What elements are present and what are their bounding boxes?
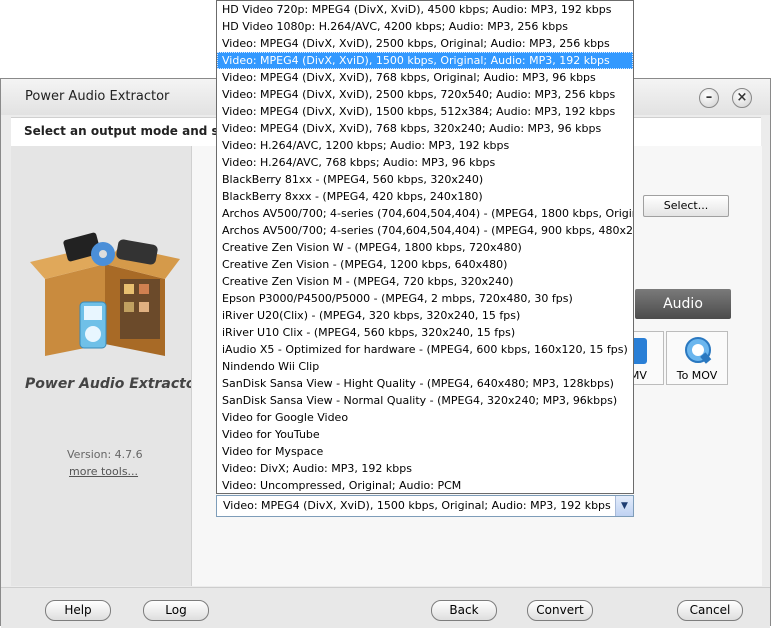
more-tools-link[interactable]: more tools... — [69, 465, 138, 478]
list-item[interactable]: Video: MPEG4 (DivX, XviD), 768 kbps, 320… — [217, 120, 633, 137]
output-format-value: Video: MPEG4 (DivX, XviD), 1500 kbps, Or… — [223, 499, 611, 512]
list-item[interactable]: Video for Myspace — [217, 443, 633, 460]
sidebar: Power Audio Extractor Version: 4.7.6 mor… — [11, 146, 202, 586]
window-title: Power Audio Extractor — [25, 89, 170, 104]
list-item[interactable]: iAudio X5 - Optimized for hardware - (MP… — [217, 341, 633, 358]
list-item[interactable]: Archos AV500/700; 4-series (704,604,504,… — [217, 205, 633, 222]
list-item[interactable]: BlackBerry 81xx - (MPEG4, 560 kbps, 320x… — [217, 171, 633, 188]
close-button[interactable]: × — [732, 88, 752, 108]
output-format-select[interactable]: Video: MPEG4 (DivX, XviD), 1500 kbps, Or… — [216, 495, 634, 517]
convert-button[interactable]: Convert — [527, 600, 593, 621]
list-item[interactable]: SanDisk Sansa View - Hight Quality - (MP… — [217, 375, 633, 392]
select-button[interactable]: Select... — [643, 195, 729, 217]
output-format-list[interactable]: HD Video 720p: MPEG4 (DivX, XviD), 4500 … — [216, 0, 634, 494]
list-item[interactable]: Video: H.264/AVC, 1200 kbps; Audio: MP3,… — [217, 137, 633, 154]
version-label: Version: 4.7.6 — [67, 448, 143, 461]
list-item[interactable]: Archos AV500/700; 4-series (704,604,504,… — [217, 222, 633, 239]
brand-name: Power Audio Extractor — [25, 376, 203, 392]
list-item[interactable]: SanDisk Sansa View - Normal Quality - (M… — [217, 392, 633, 409]
list-item[interactable]: Video: MPEG4 (DivX, XviD), 1500 kbps, 51… — [217, 103, 633, 120]
list-item[interactable]: HD Video 1080p: H.264/AVC, 4200 kbps; Au… — [217, 18, 633, 35]
minimize-button[interactable]: – — [699, 88, 719, 108]
tab-audio[interactable]: Audio — [635, 289, 731, 319]
mov-tile[interactable]: To MOV — [666, 331, 728, 385]
list-item[interactable]: HD Video 720p: MPEG4 (DivX, XviD), 4500 … — [217, 1, 633, 18]
list-item[interactable]: Video: H.264/AVC, 768 kbps; Audio: MP3, … — [217, 154, 633, 171]
list-item[interactable]: Video: MPEG4 (DivX, XviD), 2500 kbps, 72… — [217, 86, 633, 103]
cancel-button[interactable]: Cancel — [677, 600, 743, 621]
list-item[interactable]: Video for Google Video — [217, 409, 633, 426]
help-button[interactable]: Help — [45, 600, 111, 621]
list-item[interactable]: Epson P3000/P4500/P5000 - (MPEG4, 2 mbps… — [217, 290, 633, 307]
list-item[interactable]: BlackBerry 8xxx - (MPEG4, 420 kbps, 240x… — [217, 188, 633, 205]
product-box-icon — [30, 232, 180, 356]
list-item[interactable]: Creative Zen Vision W - (MPEG4, 1800 kbp… — [217, 239, 633, 256]
list-item[interactable]: Video: DivX; Audio: MP3, 192 kbps — [217, 460, 633, 477]
chevron-down-icon[interactable]: ▼ — [615, 496, 633, 516]
mov-label: To MOV — [676, 369, 718, 382]
mov-icon — [685, 337, 712, 364]
list-item[interactable]: Nindendo Wii Clip — [217, 358, 633, 375]
log-button[interactable]: Log — [143, 600, 209, 621]
list-item[interactable]: Creative Zen Vision - (MPEG4, 1200 kbps,… — [217, 256, 633, 273]
back-button[interactable]: Back — [431, 600, 497, 621]
list-item[interactable]: iRiver U20(Clix) - (MPEG4, 320 kbps, 320… — [217, 307, 633, 324]
list-item[interactable]: Creative Zen Vision M - (MPEG4, 720 kbps… — [217, 273, 633, 290]
list-item[interactable]: Video: MPEG4 (DivX, XviD), 1500 kbps, Or… — [217, 52, 633, 69]
bottom-bar: Help Log Back Convert Cancel — [1, 587, 770, 628]
list-item[interactable]: Video: MPEG4 (DivX, XviD), 768 kbps, Ori… — [217, 69, 633, 86]
list-item[interactable]: Video: Uncompressed, Original; Audio: PC… — [217, 477, 633, 493]
list-item[interactable]: iRiver U10 Clix - (MPEG4, 560 kbps, 320x… — [217, 324, 633, 341]
list-item[interactable]: Video for YouTube — [217, 426, 633, 443]
list-item[interactable]: Video: MPEG4 (DivX, XviD), 2500 kbps, Or… — [217, 35, 633, 52]
